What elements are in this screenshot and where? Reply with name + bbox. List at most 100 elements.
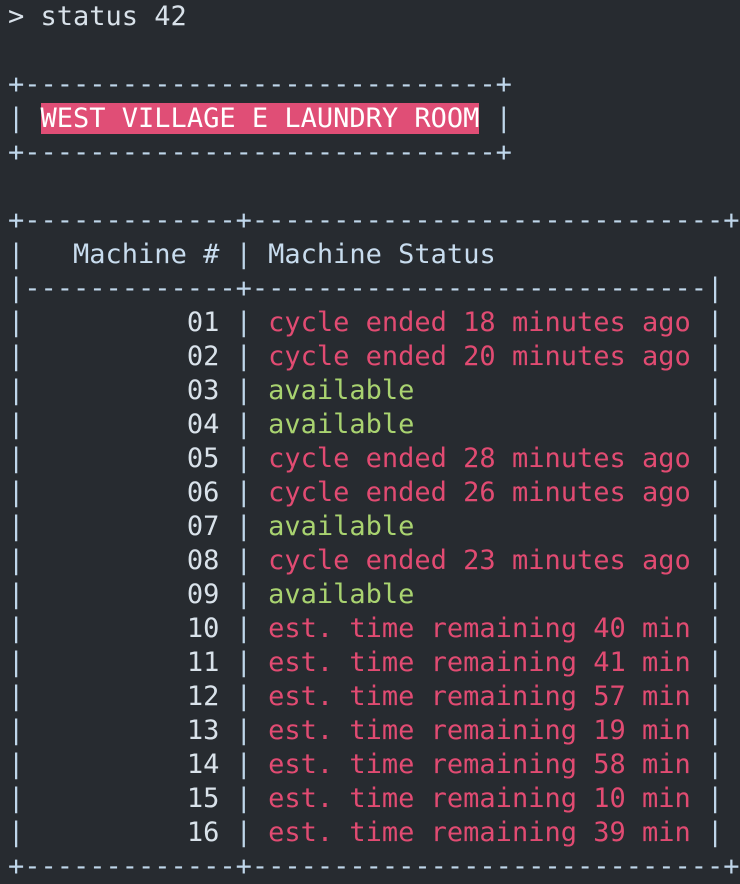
border-pipe: | bbox=[690, 613, 724, 644]
machine-number: 11 bbox=[186, 647, 220, 678]
header-machine-number: Machine # bbox=[73, 239, 220, 270]
table-row: | 16 | est. time remaining 39 min | bbox=[8, 816, 723, 850]
table-bottom-border: +-------------+-------------------------… bbox=[8, 851, 740, 882]
border-pipe: | bbox=[690, 681, 724, 712]
machine-status: cycle ended 26 minutes ago bbox=[268, 477, 691, 508]
table-row: | 15 | est. time remaining 10 min | bbox=[8, 782, 723, 816]
table-row: | 05 | cycle ended 28 minutes ago | bbox=[8, 442, 723, 476]
command-prompt: > status 42 bbox=[8, 1, 187, 32]
border-pipe: | bbox=[8, 579, 187, 610]
table-row: | 04 | available | bbox=[8, 408, 723, 442]
machine-status: est. time remaining 41 min bbox=[268, 647, 691, 678]
border-pipe: | bbox=[495, 239, 740, 270]
border-pipe: | bbox=[8, 307, 187, 338]
border-pipe: | bbox=[690, 749, 724, 780]
machine-number: 13 bbox=[186, 715, 220, 746]
border-pipe: | bbox=[219, 375, 269, 406]
table-row: | 11 | est. time remaining 41 min | bbox=[8, 646, 723, 680]
border-pipe: | bbox=[219, 545, 269, 576]
machine-status: cycle ended 23 minutes ago bbox=[268, 545, 691, 576]
border-pipe: | bbox=[690, 783, 724, 814]
border-pipe: | bbox=[414, 511, 724, 542]
border-pipe: | bbox=[8, 375, 187, 406]
border-pipe: | bbox=[690, 545, 724, 576]
table-row: | 12 | est. time remaining 57 min | bbox=[8, 680, 723, 714]
table-row: | 09 | available | bbox=[8, 578, 723, 612]
border-pipe: | bbox=[219, 579, 269, 610]
border-pipe: | bbox=[479, 103, 512, 134]
header-machine-status: Machine Status bbox=[268, 239, 496, 270]
border-pipe: | bbox=[8, 511, 187, 542]
border-pipe: | bbox=[8, 715, 187, 746]
border-pipe: | bbox=[219, 443, 269, 474]
table-row: | 01 | cycle ended 18 minutes ago | bbox=[8, 306, 723, 340]
border-pipe: | bbox=[219, 409, 269, 440]
border-pipe: | bbox=[8, 647, 187, 678]
machine-status: est. time remaining 10 min bbox=[268, 783, 691, 814]
machine-number: 06 bbox=[186, 477, 220, 508]
border-pipe: | bbox=[690, 647, 724, 678]
table-row: | 10 | est. time remaining 40 min | bbox=[8, 612, 723, 646]
border-pipe: | bbox=[219, 817, 269, 848]
border-pipe: | bbox=[8, 341, 187, 372]
border-pipe: | bbox=[219, 715, 269, 746]
machine-number: 07 bbox=[186, 511, 220, 542]
machine-status: cycle ended 28 minutes ago bbox=[268, 443, 691, 474]
table-row: | 14 | est. time remaining 58 min | bbox=[8, 748, 723, 782]
machine-number: 15 bbox=[186, 783, 220, 814]
table-header-row: | Machine # | Machine Status | bbox=[8, 238, 740, 272]
table-top-border: +-------------+-------------------------… bbox=[8, 205, 740, 236]
machine-number: 10 bbox=[186, 613, 220, 644]
border-pipe: | bbox=[219, 239, 269, 270]
border-pipe: | bbox=[8, 103, 41, 134]
border-pipe: | bbox=[8, 239, 74, 270]
border-pipe: | bbox=[690, 715, 724, 746]
border-pipe: | bbox=[690, 341, 724, 372]
machine-number: 03 bbox=[186, 375, 220, 406]
title-box: | WEST VILLAGE E LAUNDRY ROOM | bbox=[8, 102, 512, 136]
machine-number: 08 bbox=[186, 545, 220, 576]
machine-status: available bbox=[268, 409, 415, 440]
border-pipe: | bbox=[219, 783, 269, 814]
border-pipe: | bbox=[8, 477, 187, 508]
machine-status: est. time remaining 57 min bbox=[268, 681, 691, 712]
border-pipe: | bbox=[414, 375, 724, 406]
border-pipe: | bbox=[219, 477, 269, 508]
title-box-bottom-border: +-----------------------------+ bbox=[8, 137, 512, 168]
border-pipe: | bbox=[8, 681, 187, 712]
border-pipe: | bbox=[8, 545, 187, 576]
border-pipe: | bbox=[8, 613, 187, 644]
table-row: | 13 | est. time remaining 19 min | bbox=[8, 714, 723, 748]
machine-number: 02 bbox=[186, 341, 220, 372]
border-pipe: | bbox=[219, 749, 269, 780]
table-row: | 02 | cycle ended 20 minutes ago | bbox=[8, 340, 723, 374]
machine-status: available bbox=[268, 375, 415, 406]
machine-status: est. time remaining 39 min bbox=[268, 817, 691, 848]
table-row: | 07 | available | bbox=[8, 510, 723, 544]
border-pipe: | bbox=[8, 443, 187, 474]
laundry-room-title: WEST VILLAGE E LAUNDRY ROOM bbox=[40, 103, 480, 134]
machine-number: 04 bbox=[186, 409, 220, 440]
machine-status: est. time remaining 19 min bbox=[268, 715, 691, 746]
border-pipe: | bbox=[414, 579, 724, 610]
machine-number: 01 bbox=[186, 307, 220, 338]
border-pipe: | bbox=[219, 681, 269, 712]
border-pipe: | bbox=[8, 409, 187, 440]
table-row: | 08 | cycle ended 23 minutes ago | bbox=[8, 544, 723, 578]
border-pipe: | bbox=[219, 341, 269, 372]
border-pipe: | bbox=[690, 477, 724, 508]
machine-status: cycle ended 20 minutes ago bbox=[268, 341, 691, 372]
table-header-separator: |-------------+-------------------------… bbox=[8, 273, 724, 304]
machine-number: 09 bbox=[186, 579, 220, 610]
border-pipe: | bbox=[690, 443, 724, 474]
title-box-top-border: +-----------------------------+ bbox=[8, 69, 512, 100]
border-pipe: | bbox=[8, 749, 187, 780]
machine-status: available bbox=[268, 511, 415, 542]
machine-number: 14 bbox=[186, 749, 220, 780]
border-pipe: | bbox=[219, 613, 269, 644]
border-pipe: | bbox=[690, 817, 724, 848]
machine-status: available bbox=[268, 579, 415, 610]
border-pipe: | bbox=[690, 307, 724, 338]
table-row: | 06 | cycle ended 26 minutes ago | bbox=[8, 476, 723, 510]
border-pipe: | bbox=[219, 307, 269, 338]
